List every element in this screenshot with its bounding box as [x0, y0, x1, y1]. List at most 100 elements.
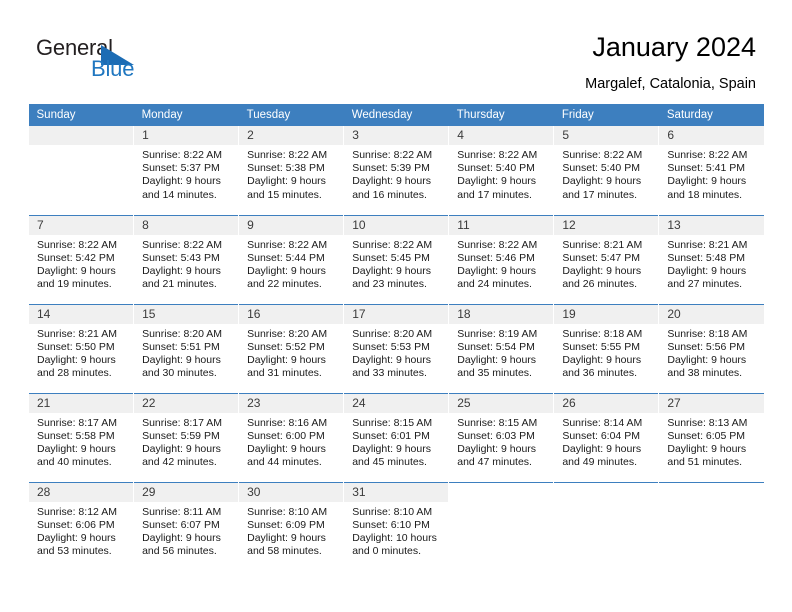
daylight-text-line1: Daylight: 9 hours [352, 264, 431, 277]
day-number: 28 [29, 482, 134, 502]
sunset-text: Sunset: 5:38 PM [247, 162, 325, 175]
sunset-text: Sunset: 5:40 PM [457, 162, 535, 175]
calendar-day-cell[interactable]: 29 Sunrise: 8:11 AM Sunset: 6:07 PM Dayligh… [133, 481, 239, 571]
sunrise-text: Sunrise: 8:15 AM [352, 416, 433, 429]
daylight-text-line1: Daylight: 9 hours [457, 264, 537, 277]
daylight-text-line2: and 24 minutes. [457, 278, 532, 291]
daylight-text-line1: Daylight: 9 hours [247, 442, 326, 455]
day-sun-info: Sunrise: 8:18 AM Sunset: 5:56 PM Daylight:… [659, 324, 764, 381]
general-blue-logo[interactable]: General Blue [36, 36, 216, 90]
calendar-day-cell[interactable]: 30 Sunrise: 8:10 AM Sunset: 6:09 PM Dayligh… [238, 481, 344, 571]
calendar-day-cell[interactable]: 23 Sunrise: 8:16 AM Sunset: 6:00 PM Dayligh… [238, 392, 344, 482]
sunset-text: Sunset: 5:56 PM [667, 340, 746, 353]
daylight-text-line1: Daylight: 9 hours [142, 442, 221, 455]
calendar-day-cell[interactable]: 15 Sunrise: 8:20 AM Sunset: 5:51 PM Dayligh… [133, 303, 239, 393]
sunrise-text: Sunrise: 8:15 AM [457, 416, 538, 429]
daylight-text-line1: Daylight: 9 hours [37, 353, 116, 366]
calendar-day-cell[interactable]: 4 Sunrise: 8:22 AM Sunset: 5:40 PM Daylight… [448, 126, 554, 215]
calendar-day-cell[interactable]: 20 Sunrise: 8:18 AM Sunset: 5:56 PM Dayligh… [658, 303, 764, 393]
day-sun-info: Sunrise: 8:20 AM Sunset: 5:53 PM Daylight:… [344, 324, 448, 381]
day-number: 13 [659, 215, 764, 235]
calendar-day-cell[interactable]: 28 Sunrise: 8:12 AM Sunset: 6:06 PM Dayligh… [27, 481, 134, 571]
daylight-text-line1: Daylight: 9 hours [562, 353, 642, 366]
day-number: 18 [449, 304, 554, 324]
day-number: 2 [239, 126, 344, 145]
day-sun-info: Sunrise: 8:20 AM Sunset: 5:52 PM Daylight:… [239, 324, 343, 381]
day-sun-info: Sunrise: 8:11 AM Sunset: 6:07 PM Daylight:… [134, 502, 238, 559]
weekday-header-wednesday: Wednesday [343, 104, 449, 126]
daylight-text-line2: and 51 minutes. [667, 456, 743, 469]
daylight-text-line2: and 53 minutes. [37, 545, 112, 558]
calendar-day-cell[interactable]: 25 Sunrise: 8:15 AM Sunset: 6:03 PM Dayligh… [448, 392, 554, 482]
sunset-text: Sunset: 6:05 PM [667, 429, 746, 442]
day-number: 21 [29, 393, 134, 413]
sunrise-text: Sunrise: 8:17 AM [142, 416, 223, 429]
sunset-text: Sunset: 5:40 PM [562, 162, 640, 175]
daylight-text-line1: Daylight: 9 hours [352, 442, 431, 455]
daylight-text-line1: Daylight: 9 hours [247, 353, 326, 366]
day-sun-info: Sunrise: 8:22 AM Sunset: 5:37 PM Daylight:… [134, 145, 238, 202]
daylight-text-line2: and 19 minutes. [37, 278, 112, 291]
day-sun-info: Sunrise: 8:22 AM Sunset: 5:43 PM Daylight:… [134, 235, 238, 292]
day-sun-info: Sunrise: 8:22 AM Sunset: 5:46 PM Daylight:… [449, 235, 553, 292]
sunrise-text: Sunrise: 8:22 AM [352, 149, 433, 161]
weekday-header-tuesday: Tuesday [238, 104, 344, 126]
daylight-text-line1: Daylight: 9 hours [457, 442, 537, 455]
calendar-empty-cell [553, 481, 659, 571]
day-number: 1 [134, 126, 239, 145]
sunrise-text: Sunrise: 8:22 AM [352, 238, 433, 251]
calendar-day-cell[interactable]: 6 Sunrise: 8:22 AM Sunset: 5:41 PM Daylight… [658, 126, 764, 215]
day-number: 27 [659, 393, 764, 413]
calendar-day-cell[interactable]: 16 Sunrise: 8:20 AM Sunset: 5:52 PM Dayligh… [238, 303, 344, 393]
calendar-day-cell[interactable]: 18 Sunrise: 8:19 AM Sunset: 5:54 PM Dayligh… [448, 303, 554, 393]
calendar-day-cell[interactable]: 9 Sunrise: 8:22 AM Sunset: 5:44 PM Daylight… [238, 214, 344, 304]
calendar-day-cell[interactable]: 21 Sunrise: 8:17 AM Sunset: 5:58 PM Dayligh… [27, 392, 134, 482]
calendar-day-cell[interactable]: 12 Sunrise: 8:21 AM Sunset: 5:47 PM Dayligh… [553, 214, 659, 304]
day-sun-info: Sunrise: 8:12 AM Sunset: 6:06 PM Daylight:… [29, 502, 133, 559]
day-sun-info: Sunrise: 8:22 AM Sunset: 5:42 PM Daylight:… [29, 235, 133, 292]
day-number: 22 [134, 393, 239, 413]
day-sun-info: Sunrise: 8:10 AM Sunset: 6:10 PM Daylight:… [344, 502, 448, 559]
calendar-day-cell[interactable]: 13 Sunrise: 8:21 AM Sunset: 5:48 PM Dayligh… [658, 214, 764, 304]
calendar-day-cell[interactable]: 1 Sunrise: 8:22 AM Sunset: 5:37 PM Daylight… [133, 126, 239, 215]
calendar-grid: Sunday Monday Tuesday Wednesday Thursday… [27, 104, 764, 571]
calendar-day-cell[interactable]: 8 Sunrise: 8:22 AM Sunset: 5:43 PM Daylight… [133, 214, 239, 304]
calendar-day-cell[interactable]: 19 Sunrise: 8:18 AM Sunset: 5:55 PM Dayligh… [553, 303, 659, 393]
day-number: 20 [659, 304, 764, 324]
sunrise-text: Sunrise: 8:21 AM [667, 238, 748, 251]
day-number: 4 [449, 126, 554, 145]
day-sun-info: Sunrise: 8:22 AM Sunset: 5:45 PM Daylight:… [344, 235, 448, 292]
calendar-day-cell[interactable]: 14 Sunrise: 8:21 AM Sunset: 5:50 PM Dayligh… [27, 303, 134, 393]
daylight-text-line2: and 45 minutes. [352, 456, 427, 469]
day-number [554, 482, 659, 502]
calendar-day-cell[interactable]: 7 Sunrise: 8:22 AM Sunset: 5:42 PM Daylight… [27, 214, 134, 304]
calendar-day-cell[interactable]: 24 Sunrise: 8:15 AM Sunset: 6:01 PM Dayligh… [343, 392, 449, 482]
sunrise-text: Sunrise: 8:18 AM [562, 327, 643, 340]
daylight-text-line1: Daylight: 9 hours [142, 531, 221, 544]
day-sun-info: Sunrise: 8:15 AM Sunset: 6:03 PM Daylight:… [449, 413, 553, 470]
calendar-day-cell[interactable]: 3 Sunrise: 8:22 AM Sunset: 5:39 PM Daylight… [343, 126, 449, 215]
daylight-text-line1: Daylight: 10 hours [352, 531, 437, 544]
day-number [659, 482, 764, 502]
day-number: 23 [239, 393, 344, 413]
calendar-day-cell[interactable]: 31 Sunrise: 8:10 AM Sunset: 6:10 PM Dayligh… [343, 481, 449, 571]
sunset-text: Sunset: 5:48 PM [667, 251, 746, 264]
calendar-day-cell[interactable]: 10 Sunrise: 8:22 AM Sunset: 5:45 PM Dayligh… [343, 214, 449, 304]
calendar-day-cell[interactable]: 17 Sunrise: 8:20 AM Sunset: 5:53 PM Dayligh… [343, 303, 449, 393]
calendar-day-cell[interactable]: 11 Sunrise: 8:22 AM Sunset: 5:46 PM Dayligh… [448, 214, 554, 304]
day-sun-info: Sunrise: 8:15 AM Sunset: 6:01 PM Daylight:… [344, 413, 448, 470]
daylight-text-line1: Daylight: 9 hours [37, 264, 116, 277]
sunset-text: Sunset: 5:41 PM [667, 162, 746, 175]
daylight-text-line1: Daylight: 9 hours [562, 175, 642, 188]
calendar-day-cell[interactable]: 26 Sunrise: 8:14 AM Sunset: 6:04 PM Dayligh… [553, 392, 659, 482]
sunset-text: Sunset: 5:50 PM [37, 340, 115, 353]
weekday-header-saturday: Saturday [658, 104, 764, 126]
calendar-day-cell[interactable]: 5 Sunrise: 8:22 AM Sunset: 5:40 PM Daylight… [553, 126, 659, 215]
daylight-text-line2: and 40 minutes. [37, 456, 112, 469]
day-number: 17 [344, 304, 449, 324]
calendar-day-cell[interactable]: 22 Sunrise: 8:17 AM Sunset: 5:59 PM Dayligh… [133, 392, 239, 482]
day-number: 14 [29, 304, 134, 324]
calendar-day-cell[interactable]: 27 Sunrise: 8:13 AM Sunset: 6:05 PM Dayligh… [658, 392, 764, 482]
calendar-day-cell[interactable]: 2 Sunrise: 8:22 AM Sunset: 5:38 PM Daylight… [238, 126, 344, 215]
daylight-text-line2: and 42 minutes. [142, 456, 217, 469]
